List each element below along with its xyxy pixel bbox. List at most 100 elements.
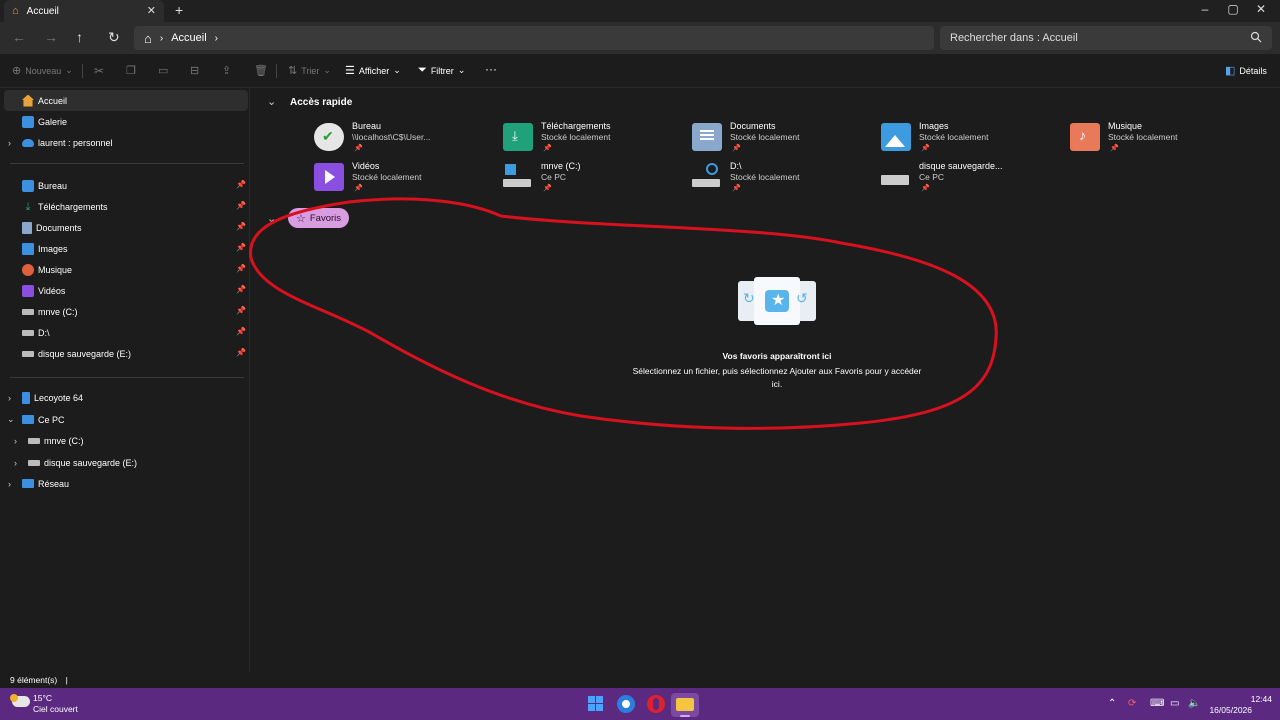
home-icon [22, 94, 34, 107]
start-button[interactable] [587, 695, 605, 713]
maximize-button[interactable]: ▢ [1218, 2, 1248, 16]
weather-sun-icon [10, 694, 18, 702]
sort-button[interactable]: ⇅ Trier ⌄ [288, 64, 331, 77]
minimize-button[interactable]: – [1190, 2, 1220, 16]
sidebar-item-telechargements[interactable]: ⤓ Téléchargements 📌 [4, 196, 248, 217]
search-input[interactable]: Rechercher dans : Accueil [940, 26, 1272, 50]
filter-icon: ⏷ [418, 64, 427, 76]
desktop-icon [22, 179, 34, 192]
sidebar-item-mnve[interactable]: mnve (C:) 📌 [4, 301, 248, 322]
weather-temperature[interactable]: 15°C [33, 693, 52, 703]
new-button[interactable]: ⊕ Nouveau ⌄ [12, 64, 73, 77]
sidebar-item-label: laurent : personnel [38, 137, 113, 148]
main-content: ⌄ Accès rapide ✔ Bureau \\localhost\C$\U… [249, 88, 1280, 672]
details-button[interactable]: ◧ Détails [1225, 64, 1267, 77]
more-options-button[interactable]: ··· [485, 62, 497, 76]
file-explorer-taskbar-button[interactable] [671, 693, 699, 717]
network-icon[interactable]: ▭ [1170, 698, 1179, 709]
close-button[interactable]: ✕ [1246, 2, 1276, 16]
item-name: D:\ [730, 161, 742, 171]
share-icon[interactable]: ⇪ [222, 64, 231, 77]
gallery-icon [22, 115, 34, 128]
delete-icon[interactable]: 🗑 [254, 64, 268, 77]
chevron-up-icon[interactable]: ⌃ [1108, 698, 1116, 709]
navigation-bar: ← → ↑ ↻ ⌂ › Accueil › Rechercher dans : … [0, 22, 1280, 54]
download-icon: ⤓ [25, 200, 31, 213]
quick-access-item[interactable]: ♪ Musique Stocké localement 📌 [1070, 121, 1240, 157]
quick-access-item[interactable]: Images Stocké localement 📌 [881, 121, 1051, 157]
drive-icon [881, 163, 911, 191]
weather-description[interactable]: Ciel couvert [33, 704, 78, 714]
sidebar-item-lecoyote[interactable]: Lecoyote 64 [4, 387, 248, 408]
sidebar-item-accueil[interactable]: Accueil [4, 90, 248, 111]
quick-access-item[interactable]: ⤓ Téléchargements Stocké localement 📌 [503, 121, 673, 157]
sidebar-item-musique[interactable]: Musique 📌 [4, 259, 248, 280]
view-button[interactable]: ☰ Afficher ⌄ [345, 64, 401, 77]
quick-access-item[interactable]: ✔ Bureau \\localhost\C$\User... 📌 [314, 121, 484, 157]
sidebar-item-d-drive[interactable]: D:\ 📌 [4, 322, 248, 343]
music-icon [22, 263, 34, 276]
forward-arrow-icon[interactable]: → [44, 29, 58, 45]
copy-icon[interactable]: ❐ [126, 64, 136, 77]
keyboard-icon[interactable]: ⌨ [1150, 698, 1164, 709]
chevron-down-icon: ⌄ [323, 65, 331, 75]
item-location: Ce PC [541, 172, 567, 182]
browser-app-icon[interactable] [617, 695, 635, 713]
sidebar-item-label: D:\ [38, 327, 50, 338]
sidebar-item-images[interactable]: Images 📌 [4, 238, 248, 259]
network-icon [22, 479, 34, 488]
clock-date[interactable]: 16/05/2026 [1200, 705, 1252, 715]
chevron-right-icon[interactable]: › [215, 33, 218, 44]
chevron-down-icon[interactable]: ⌄ [267, 95, 276, 108]
sync-status-icon[interactable]: ⟳ [1128, 698, 1136, 709]
item-location: Stocké localement [730, 172, 800, 182]
music-folder-icon: ♪ [1070, 123, 1100, 151]
volume-icon[interactable]: 🔈 [1188, 698, 1200, 709]
refresh-icon[interactable]: ↻ [108, 29, 120, 46]
pin-icon: 📌 [1110, 145, 1119, 152]
filter-button[interactable]: ⏷ Filtrer ⌄ [418, 64, 465, 77]
sidebar-item-onedrive[interactable]: laurent : personnel [4, 132, 248, 153]
home-icon: ⌂ [12, 5, 19, 17]
item-name: Bureau [352, 121, 382, 131]
item-location: Stocké localement [730, 132, 800, 142]
sidebar-item-mnve-tree[interactable]: mnve (C:) [4, 430, 248, 451]
sidebar-item-ce-pc[interactable]: Ce PC [4, 409, 248, 430]
sidebar-item-label: Téléchargements [38, 201, 108, 212]
divider [10, 377, 244, 378]
chevron-down-icon: ⌄ [393, 65, 401, 75]
close-tab-icon[interactable]: ✕ [147, 4, 156, 17]
opera-browser-icon[interactable] [647, 695, 665, 713]
sidebar-item-disque-sauvegarde[interactable]: disque sauvegarde (E:) 📌 [4, 343, 248, 364]
chevron-down-icon: ⌄ [65, 65, 73, 75]
chevron-down-icon: ⌄ [457, 65, 466, 75]
rename-icon[interactable]: ⊟ [190, 64, 199, 77]
cut-icon[interactable]: ✂ [94, 64, 104, 78]
sidebar-item-disque-tree[interactable]: disque sauvegarde (E:) [4, 452, 248, 473]
sidebar-item-documents[interactable]: Documents 📌 [4, 217, 248, 238]
paste-icon[interactable]: ▭ [158, 64, 168, 77]
tab-accueil[interactable]: ⌂ Accueil ✕ [4, 0, 164, 22]
sidebar-item-reseau[interactable]: Réseau [4, 473, 248, 494]
quick-access-item[interactable]: Documents Stocké localement 📌 [692, 121, 862, 157]
clock-time[interactable]: 12:44 [1220, 694, 1272, 704]
sidebar-item-videos[interactable]: Vidéos 📌 [4, 280, 248, 301]
breadcrumb-accueil[interactable]: Accueil [171, 32, 206, 44]
sidebar-item-label: Réseau [38, 478, 70, 489]
videos-folder-icon [314, 163, 344, 191]
plus-circle-icon: ⊕ [12, 65, 22, 77]
item-name: Musique [1108, 121, 1143, 131]
images-icon [22, 242, 34, 255]
drive-icon [28, 437, 40, 444]
new-tab-button[interactable]: + [175, 2, 183, 18]
sidebar-item-galerie[interactable]: Galerie [4, 111, 248, 132]
windows-drive-icon [503, 163, 533, 191]
up-arrow-icon[interactable]: ↑ [76, 29, 83, 45]
item-name: Images [919, 121, 949, 131]
documents-icon [22, 221, 32, 234]
sidebar-item-bureau[interactable]: Bureau 📌 [4, 175, 248, 196]
sidebar-item-label: disque sauvegarde (E:) [44, 457, 138, 468]
back-arrow-icon[interactable]: ← [12, 29, 26, 45]
address-bar[interactable]: ⌂ › Accueil › [134, 26, 934, 50]
sidebar-item-label: Vidéos [38, 285, 66, 296]
